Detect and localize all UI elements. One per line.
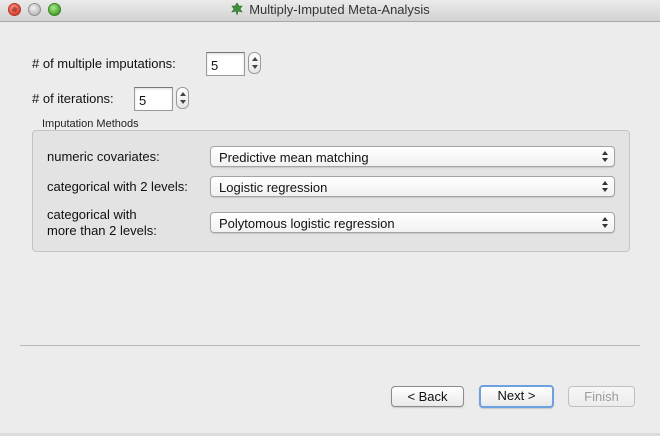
title-bar: Multiply-Imputed Meta-Analysis [0,0,660,22]
imputation-methods-title: Imputation Methods [42,118,139,130]
footer-separator [20,345,640,346]
categorical-2-levels-value: Logistic regression [219,180,328,195]
categorical-more-levels-label-line1: categorical with [47,207,137,222]
back-button[interactable]: < Back [391,386,464,407]
categorical-more-levels-value: Polytomous logistic regression [219,216,395,231]
stepper-up-icon[interactable] [252,57,258,61]
numeric-covariates-value: Predictive mean matching [219,150,369,165]
numeric-covariates-label: numeric covariates: [47,149,160,164]
next-button[interactable]: Next > [479,385,554,408]
finish-button[interactable]: Finish [568,386,635,407]
multiple-imputations-label: # of multiple imputations: [32,56,176,71]
categorical-more-levels-label-line2: more than 2 levels: [47,223,157,238]
categorical-more-levels-select[interactable]: Polytomous logistic regression [210,212,615,233]
stepper-down-icon[interactable] [252,65,258,69]
multiple-imputations-stepper[interactable] [248,52,261,74]
iterations-label: # of iterations: [32,91,114,106]
select-arrows-icon [602,217,609,228]
numeric-covariates-select[interactable]: Predictive mean matching [210,146,615,167]
window-title-text: Multiply-Imputed Meta-Analysis [249,2,430,17]
select-arrows-icon [602,181,609,192]
categorical-2-levels-label: categorical with 2 levels: [47,179,188,194]
stepper-down-icon[interactable] [180,100,186,104]
categorical-2-levels-select[interactable]: Logistic regression [210,176,615,197]
stepper-up-icon[interactable] [180,92,186,96]
iterations-input[interactable]: 5 [134,87,173,111]
iterations-stepper[interactable] [176,87,189,109]
select-arrows-icon [602,151,609,162]
leaf-icon [231,2,243,16]
multiple-imputations-input[interactable]: 5 [206,52,245,76]
window-title: Multiply-Imputed Meta-Analysis [0,0,660,21]
